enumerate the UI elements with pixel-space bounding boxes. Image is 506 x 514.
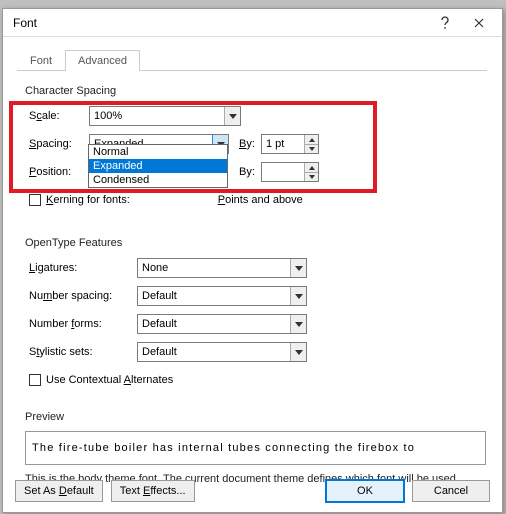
chevron-down-icon: [224, 107, 240, 125]
text-effects-button[interactable]: Text Effects...: [111, 480, 195, 502]
dialog-footer: Set As Default Text Effects... OK Cancel: [3, 470, 502, 512]
spacing-by-label: By:: [239, 138, 261, 150]
dialog-body: Character Spacing Scale: 100% Spacing: E…: [3, 71, 502, 497]
ligatures-combo[interactable]: None: [137, 258, 307, 278]
stylistic-sets-combo[interactable]: Default: [137, 342, 307, 362]
window-title: Font: [13, 16, 428, 30]
tab-advanced[interactable]: Advanced: [65, 50, 140, 71]
scale-value: 100%: [90, 110, 224, 122]
kerning-label: Kerning for fonts:: [46, 194, 130, 206]
contextual-alternates-checkbox[interactable]: Use Contextual Alternates: [29, 374, 173, 386]
close-button[interactable]: [462, 10, 496, 36]
preview-text: The fire-tube boiler has internal tubes …: [32, 442, 415, 454]
scale-label: Scale:: [29, 110, 89, 122]
spin-down-icon: [305, 144, 318, 153]
checkbox-icon: [29, 194, 41, 206]
contextual-alternates-label: Use Contextual Alternates: [46, 374, 173, 386]
opentype-group-label: OpenType Features: [25, 237, 486, 249]
dropdown-option-expanded[interactable]: Expanded: [89, 159, 227, 173]
spinner-buttons[interactable]: [304, 163, 318, 181]
help-icon: [440, 16, 450, 30]
character-spacing-group-label: Character Spacing: [25, 85, 486, 97]
set-as-default-button[interactable]: Set As Default: [15, 480, 103, 502]
ok-button[interactable]: OK: [326, 480, 404, 502]
help-button[interactable]: [428, 10, 462, 36]
spacing-by-value: 1 pt: [262, 138, 304, 150]
number-spacing-combo[interactable]: Default: [137, 286, 307, 306]
number-spacing-label: Number spacing:: [29, 290, 137, 302]
position-by-spinner[interactable]: [261, 162, 319, 182]
font-dialog: Font Font Advanced Character Spacing Sca…: [2, 8, 503, 513]
position-label: Position:: [29, 166, 89, 178]
kerning-suffix: Points and above: [218, 194, 303, 206]
scale-row: Scale: 100%: [29, 105, 486, 127]
spin-up-icon: [305, 135, 318, 144]
tab-strip: Font Advanced: [17, 49, 487, 71]
chevron-down-icon: [290, 343, 306, 361]
titlebar: Font: [3, 9, 502, 37]
spacing-label: Spacing:: [29, 138, 89, 150]
spacing-by-spinner[interactable]: 1 pt: [261, 134, 319, 154]
close-icon: [474, 18, 484, 28]
dropdown-option-normal[interactable]: Normal: [89, 145, 227, 159]
scale-combo[interactable]: 100%: [89, 106, 241, 126]
stylistic-sets-label: Stylistic sets:: [29, 346, 137, 358]
kerning-checkbox[interactable]: Kerning for fonts:: [29, 194, 130, 206]
checkbox-icon: [29, 374, 41, 386]
preview-label: Preview: [25, 411, 486, 423]
spin-up-icon: [305, 163, 318, 172]
cancel-button[interactable]: Cancel: [412, 480, 490, 502]
chevron-down-icon: [290, 287, 306, 305]
preview-box: The fire-tube boiler has internal tubes …: [25, 431, 486, 465]
spinner-buttons[interactable]: [304, 135, 318, 153]
chevron-down-icon: [290, 259, 306, 277]
position-by-label: By:: [239, 166, 261, 178]
number-forms-label: Number forms:: [29, 318, 137, 330]
chevron-down-icon: [290, 315, 306, 333]
kerning-row: Kerning for fonts: Points and above: [29, 189, 486, 211]
number-forms-combo[interactable]: Default: [137, 314, 307, 334]
spacing-dropdown-list[interactable]: Normal Expanded Condensed: [88, 144, 228, 188]
dropdown-option-condensed[interactable]: Condensed: [89, 173, 227, 187]
spin-down-icon: [305, 172, 318, 181]
tab-font[interactable]: Font: [17, 50, 65, 71]
ligatures-label: Ligatures:: [29, 262, 137, 274]
